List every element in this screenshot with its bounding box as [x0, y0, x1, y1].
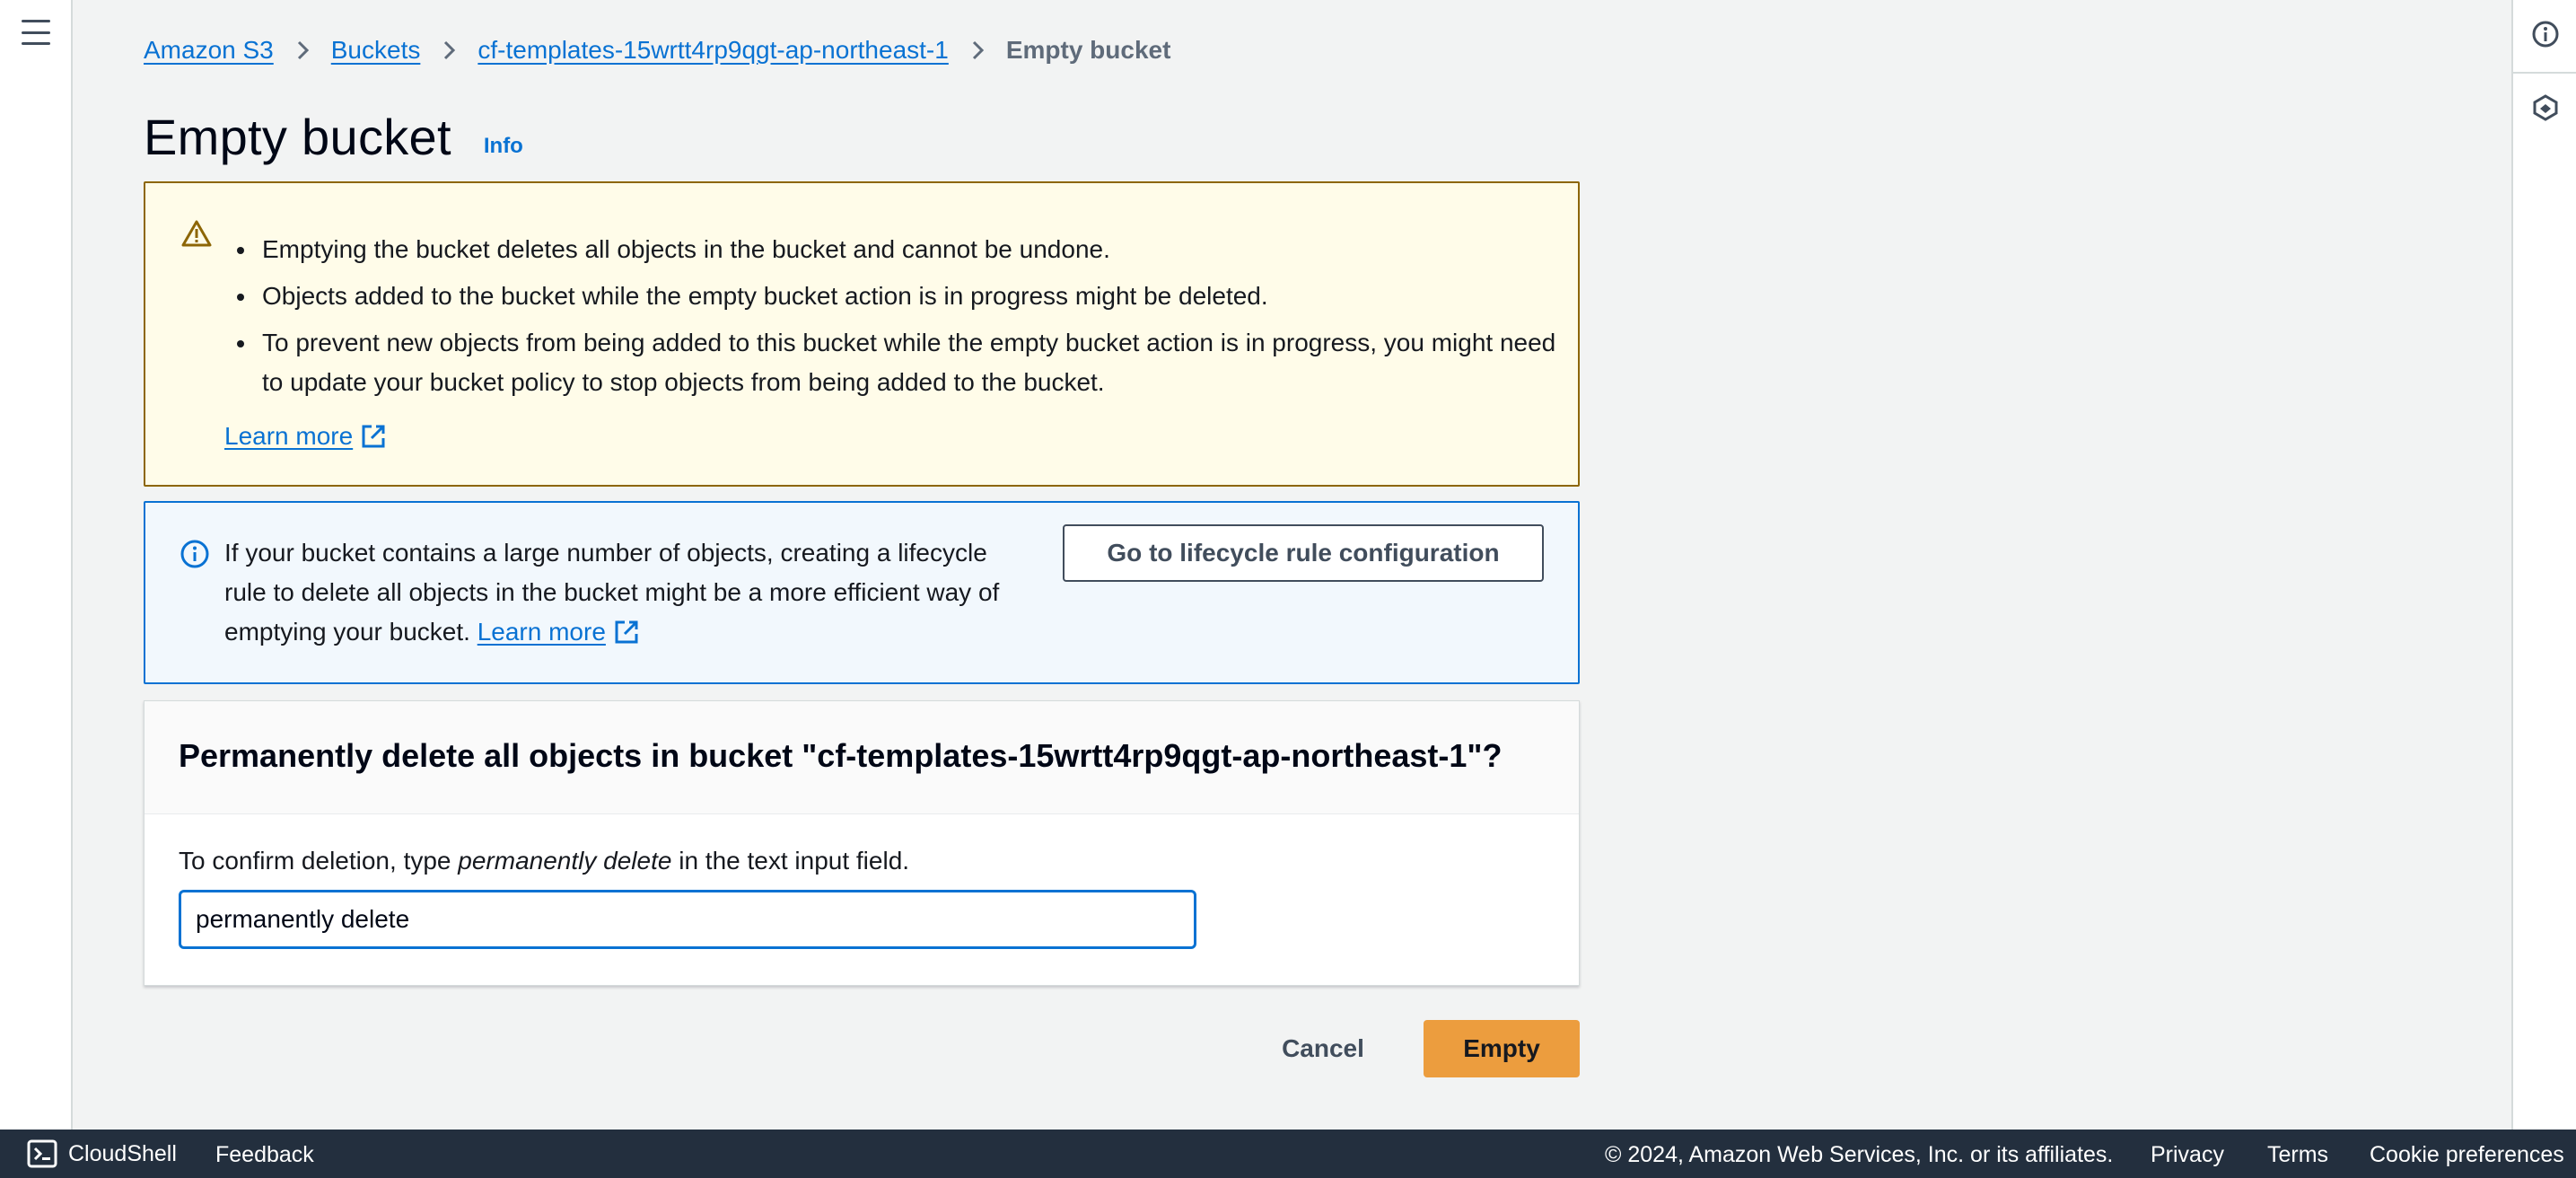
warning-learn-more-link[interactable]: Learn more: [224, 422, 387, 451]
warning-triangle-icon: [181, 220, 212, 247]
instruction-suffix: in the text input field.: [671, 847, 910, 875]
confirm-heading: Permanently delete all objects in bucket…: [179, 737, 1503, 774]
cookie-preferences-link[interactable]: Cookie preferences: [2370, 1142, 2564, 1168]
info-circle-icon[interactable]: [2531, 20, 2560, 48]
info-circle-icon: [180, 540, 209, 568]
cloudshell-button[interactable]: CloudShell: [27, 1139, 177, 1168]
empty-button[interactable]: Empty: [1424, 1020, 1580, 1077]
console-footer: CloudShell Feedback © 2024, Amazon Web S…: [0, 1130, 2576, 1178]
warning-alert: Emptying the bucket deletes all objects …: [144, 181, 1580, 487]
chevron-right-icon: [444, 40, 456, 60]
rail-divider: [2513, 72, 2576, 74]
info-link[interactable]: Info: [484, 134, 523, 159]
page-title: Empty bucket: [144, 109, 451, 165]
external-link-icon: [615, 620, 638, 644]
privacy-link[interactable]: Privacy: [2151, 1142, 2224, 1168]
info-alert-text: If your bucket contains a large number o…: [224, 533, 1032, 652]
breadcrumb-bucket-name[interactable]: cf-templates-15wrtt4rp9qgt-ap-northeast-…: [478, 36, 948, 65]
cloudshell-label: CloudShell: [68, 1140, 177, 1166]
warning-bullet: To prevent new objects from being added …: [224, 323, 1562, 402]
learn-more-label: Learn more: [224, 422, 354, 450]
chevron-right-icon: [297, 40, 309, 60]
warning-bullet: Objects added to the bucket while the em…: [224, 277, 1562, 316]
learn-more-label: Learn more: [477, 618, 606, 646]
right-tools-rail: [2511, 0, 2576, 1130]
page-header: Empty bucket Info: [144, 108, 523, 166]
warning-bullet: Emptying the bucket deletes all objects …: [224, 230, 1562, 269]
info-learn-more-link[interactable]: Learn more: [478, 612, 640, 652]
feedback-link[interactable]: Feedback: [215, 1142, 314, 1168]
lifecycle-rule-button[interactable]: Go to lifecycle rule configuration: [1063, 524, 1544, 582]
copyright-text: © 2024, Amazon Web Services, Inc. or its…: [1605, 1142, 2114, 1167]
confirm-card-header: Permanently delete all objects in bucket…: [145, 701, 1579, 814]
chevron-right-icon: [972, 40, 984, 60]
breadcrumb-amazon-s3[interactable]: Amazon S3: [144, 36, 274, 65]
instruction-phrase: permanently delete: [458, 847, 672, 875]
cancel-button[interactable]: Cancel: [1257, 1020, 1389, 1077]
cloudshell-terminal-icon: [27, 1139, 57, 1168]
external-link-icon: [362, 425, 385, 448]
warning-list: Emptying the bucket deletes all objects …: [224, 230, 1562, 409]
hexagon-assistant-icon[interactable]: [2531, 93, 2560, 122]
info-alert: If your bucket contains a large number o…: [144, 501, 1580, 684]
instruction-prefix: To confirm deletion, type: [179, 847, 459, 875]
hamburger-menu-icon[interactable]: [22, 20, 50, 45]
confirm-instruction: To confirm deletion, type permanently de…: [179, 847, 909, 875]
breadcrumb-buckets[interactable]: Buckets: [331, 36, 421, 65]
breadcrumb-current: Empty bucket: [1005, 36, 1171, 64]
terms-link[interactable]: Terms: [2267, 1142, 2328, 1168]
left-nav-rail: [0, 0, 73, 1130]
breadcrumb: Amazon S3 Buckets cf-templates-15wrtt4rp…: [144, 36, 1170, 65]
confirm-deletion-input[interactable]: [179, 890, 1196, 949]
confirm-deletion-card: Permanently delete all objects in bucket…: [144, 700, 1580, 986]
